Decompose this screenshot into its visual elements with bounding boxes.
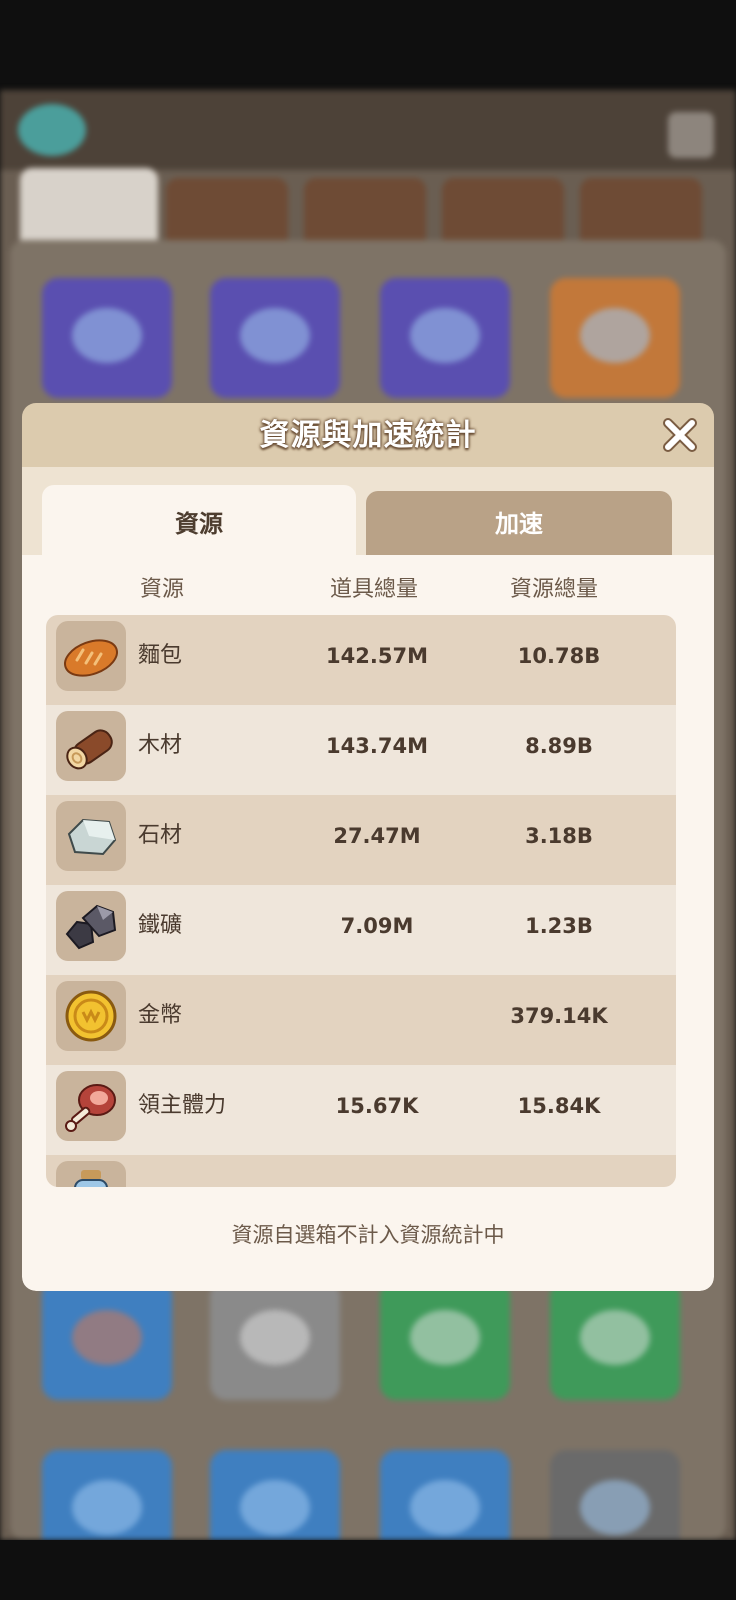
iron-ore-icon: [56, 891, 126, 961]
background-item: [550, 1450, 680, 1540]
background-item: [550, 1280, 680, 1400]
item-total-value: 15.67K: [335, 1094, 419, 1118]
background-tab: [580, 178, 702, 244]
gold-coin-icon: [56, 981, 126, 1051]
resource-name: 石材: [138, 823, 183, 848]
tab-speedup[interactable]: 加速: [366, 491, 672, 557]
resource-total-value: 15.84K: [517, 1094, 601, 1118]
background-logo-icon: [18, 104, 86, 156]
item-total-value: [292, 975, 462, 1057]
resource-stats-modal: 資源與加速統計 資源 加速 資源 道具總量 資源總量 麵包 142.57M 10…: [22, 403, 714, 1291]
background-item: [380, 278, 510, 398]
table-row: 鐵礦 7.09M 1.23B: [46, 885, 676, 977]
column-header-resource: 資源: [140, 577, 185, 602]
tab-resources[interactable]: 資源: [42, 485, 356, 563]
resource-name: 麵包: [138, 643, 183, 668]
background-header: [0, 90, 736, 170]
background-tab: [166, 178, 288, 244]
background-tabs: [20, 168, 720, 248]
resource-table[interactable]: 麵包 142.57M 10.78B 木材 143.74M 8.89B 石材 27…: [46, 615, 676, 1187]
table-row: 石材 27.47M 3.18B: [46, 795, 676, 887]
table-row: 木材 143.74M 8.89B: [46, 705, 676, 797]
close-button[interactable]: [660, 415, 700, 455]
bread-icon: [56, 621, 126, 691]
item-total-value: 7.09M: [340, 914, 414, 938]
system-bottom-bar: [0, 1540, 736, 1600]
resource-name: 木材: [138, 733, 183, 758]
background-menu-icon: [668, 112, 714, 158]
background-item: [42, 1280, 172, 1400]
resource-name: 鐵礦: [138, 913, 183, 938]
resource-total-value: 379.14K: [510, 1004, 608, 1028]
potion-bottle-icon: [56, 1161, 126, 1187]
resource-total-value: 1.23B: [525, 914, 593, 938]
background-tab: [442, 178, 564, 244]
modal-header: 資源與加速統計: [22, 403, 714, 467]
resource-stats-content: 資源 道具總量 資源總量 麵包 142.57M 10.78B 木材 143.74…: [22, 555, 714, 1291]
table-row: 金幣 379.14K: [46, 975, 676, 1067]
background-tab: [304, 178, 426, 244]
resource-total-value: 8.89B: [525, 734, 593, 758]
stone-icon: [56, 801, 126, 871]
background-item: [210, 278, 340, 398]
modal-title: 資源與加速統計: [259, 418, 477, 453]
resource-name: 金幣: [138, 1003, 183, 1028]
background-tab: [20, 168, 158, 246]
background-item: [210, 1280, 340, 1400]
resource-total-value: 10.78B: [517, 644, 601, 668]
item-total-value: 143.74M: [326, 734, 428, 758]
footer-note: 資源自選箱不計入資源統計中: [231, 1223, 505, 1247]
background-item: [42, 1450, 172, 1540]
item-total-value: 27.47M: [333, 824, 421, 848]
table-row: 麵包 142.57M 10.78B: [46, 615, 676, 707]
column-header-item-total: 道具總量: [330, 577, 419, 602]
meat-icon: [56, 1071, 126, 1141]
column-header-resource-total: 資源總量: [510, 577, 599, 602]
background-item: [380, 1280, 510, 1400]
background-item: [42, 278, 172, 398]
resource-total-value: 3.18B: [525, 824, 593, 848]
background-item: [380, 1450, 510, 1540]
wood-log-icon: [56, 711, 126, 781]
resource-name: 領主體力: [138, 1093, 227, 1118]
table-row-partial: [46, 1155, 676, 1187]
close-icon: [663, 418, 697, 452]
background-item: [550, 278, 680, 398]
background-item: [210, 1450, 340, 1540]
tab-bar: 資源 加速: [22, 467, 714, 563]
table-row: 領主體力 15.67K 15.84K: [46, 1065, 676, 1157]
item-total-value: 142.57M: [326, 644, 428, 668]
